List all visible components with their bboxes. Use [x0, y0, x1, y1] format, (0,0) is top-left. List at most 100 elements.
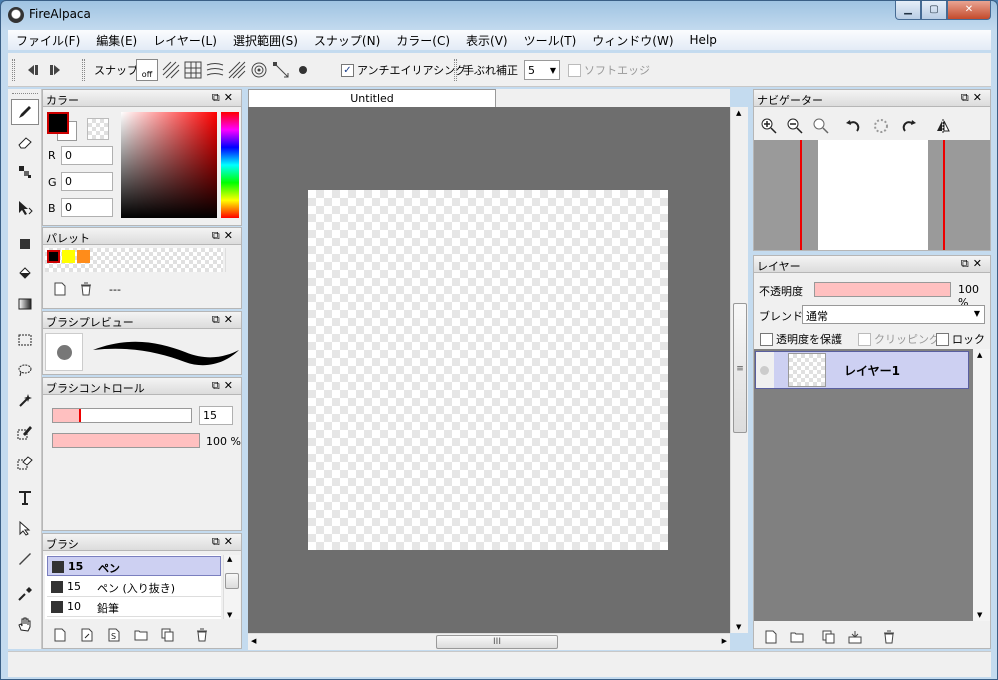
operation-tool[interactable] [11, 515, 39, 541]
brush-item-pencil[interactable]: 10 鉛筆 [47, 597, 221, 617]
dock-icon[interactable]: ⧉ [212, 91, 224, 104]
dock-icon[interactable]: ⧉ [212, 535, 224, 548]
scroll-left-icon[interactable]: ◀ [251, 637, 256, 645]
stabilizer-select[interactable]: 5 ▼ [524, 60, 560, 80]
dot-tool[interactable] [11, 159, 39, 185]
text-tool[interactable] [11, 485, 39, 511]
brush-item-pen-taper[interactable]: 15 ペン (入り抜き) [47, 577, 221, 597]
primary-color-swatch[interactable] [47, 112, 69, 134]
b-input[interactable]: 0 [61, 198, 113, 217]
brush-opacity-slider[interactable] [52, 433, 200, 448]
dock-icon[interactable]: ⧉ [961, 91, 973, 104]
redo-button[interactable] [44, 59, 66, 81]
delete-palette-button[interactable] [77, 280, 95, 298]
new-palette-button[interactable] [51, 280, 69, 298]
magic-wand-tool[interactable] [11, 387, 39, 413]
drawing-canvas[interactable] [308, 190, 668, 550]
saturation-value-picker[interactable] [121, 112, 217, 218]
eraser-tool[interactable] [11, 129, 39, 155]
close-icon[interactable]: ✕ [224, 313, 237, 326]
close-icon[interactable]: ✕ [224, 379, 237, 392]
document-tab[interactable]: Untitled [248, 89, 496, 107]
new-watercolor-brush-button[interactable] [78, 626, 96, 644]
rotate-left-button[interactable] [844, 117, 862, 135]
blend-mode-select[interactable]: 通常 ▼ [802, 305, 985, 324]
lock-option[interactable]: ロック [936, 331, 985, 347]
toolbar-grip[interactable] [12, 59, 15, 81]
zoom-reset-button[interactable] [812, 117, 830, 135]
brush-list-scrollbar[interactable]: ▲ ▼ [223, 555, 240, 619]
undo-button[interactable] [22, 59, 44, 81]
snap-curve-button[interactable] [204, 59, 226, 81]
clipping-checkbox[interactable] [858, 332, 871, 346]
menu-edit[interactable]: 編集(E) [88, 32, 145, 49]
close-icon[interactable]: ✕ [224, 535, 237, 548]
new-folder-button[interactable] [788, 628, 806, 646]
hue-slider[interactable] [221, 112, 239, 218]
canvas-horizontal-scrollbar[interactable]: ◀ III ▶ [248, 633, 730, 650]
canvas-vertical-scrollbar[interactable]: ▲ ≡ ▼ [730, 107, 748, 633]
palette-grid[interactable] [45, 248, 223, 272]
duplicate-brush-button[interactable] [159, 626, 177, 644]
blur-tool[interactable] [11, 545, 39, 571]
layer-row[interactable]: レイヤー1 [755, 351, 969, 389]
lasso-tool[interactable] [11, 357, 39, 383]
toolbar-grip[interactable] [82, 59, 85, 81]
menu-selection[interactable]: 選択範囲(S) [225, 32, 306, 49]
brush-size-input[interactable]: 15 [199, 406, 233, 425]
close-icon[interactable]: ✕ [973, 257, 986, 270]
brush-size-slider[interactable] [52, 408, 192, 423]
snap-parallel-button[interactable] [160, 59, 182, 81]
menu-color[interactable]: カラー(C) [388, 32, 458, 49]
bucket-tool[interactable] [11, 260, 39, 286]
zoom-out-button[interactable] [786, 117, 804, 135]
duplicate-layer-button[interactable] [820, 628, 838, 646]
scroll-right-icon[interactable]: ▶ [722, 637, 727, 645]
snap-concentric-button[interactable] [248, 59, 270, 81]
select-eraser-tool[interactable] [11, 449, 39, 475]
menu-layer[interactable]: レイヤー(L) [145, 32, 225, 49]
menu-snap[interactable]: スナップ(N) [306, 32, 388, 49]
layer-list-scrollbar[interactable]: ▲ ▼ [973, 349, 990, 621]
canvas-hscroll-thumb[interactable]: III [436, 635, 558, 649]
scroll-up-icon[interactable]: ▲ [736, 109, 741, 117]
canvas-vscroll-thumb[interactable]: ≡ [733, 303, 747, 433]
toolbar-grip[interactable] [454, 59, 457, 81]
palette-swatch-black[interactable] [47, 250, 60, 263]
close-icon[interactable]: ✕ [224, 229, 237, 242]
dock-icon[interactable]: ⧉ [212, 379, 224, 392]
protect-alpha-option[interactable]: 透明度を保護 [760, 331, 842, 347]
hand-tool[interactable] [11, 611, 39, 637]
eyedropper-tool[interactable] [11, 581, 39, 607]
scroll-up-icon[interactable]: ▲ [977, 351, 982, 359]
g-input[interactable]: 0 [61, 172, 113, 191]
rotate-right-button[interactable] [900, 117, 918, 135]
brush-list-scroll-thumb[interactable] [225, 573, 239, 589]
menu-tool[interactable]: ツール(T) [516, 32, 585, 49]
navigator-preview[interactable] [754, 140, 990, 250]
close-icon[interactable]: ✕ [973, 91, 986, 104]
protect-alpha-checkbox[interactable] [760, 332, 773, 346]
toolstrip-grip[interactable] [12, 93, 38, 94]
dock-icon[interactable]: ⧉ [212, 313, 224, 326]
r-input[interactable]: 0 [61, 146, 113, 165]
scroll-up-icon[interactable]: ▲ [227, 555, 232, 563]
select-tool[interactable] [11, 327, 39, 353]
lock-checkbox[interactable] [936, 332, 949, 346]
scroll-down-icon[interactable]: ▼ [736, 623, 741, 631]
brush-size-handle[interactable] [79, 409, 81, 422]
menu-file[interactable]: ファイル(F) [8, 32, 88, 49]
snap-perspective-button[interactable] [226, 59, 248, 81]
layer-opacity-slider[interactable] [814, 282, 951, 297]
fill-rect-tool[interactable] [11, 231, 39, 257]
clipping-option[interactable]: クリッピング [858, 331, 940, 347]
layer-visibility-toggle[interactable] [756, 352, 774, 388]
snap-grid-button[interactable] [182, 59, 204, 81]
open-brush-folder-button[interactable] [132, 626, 150, 644]
merge-down-button[interactable] [846, 628, 864, 646]
new-brush-button[interactable] [51, 626, 69, 644]
dock-icon[interactable]: ⧉ [212, 229, 224, 242]
palette-swatch-orange[interactable] [77, 250, 90, 263]
gradient-tool[interactable] [11, 291, 39, 317]
pen-tool[interactable] [11, 99, 39, 125]
